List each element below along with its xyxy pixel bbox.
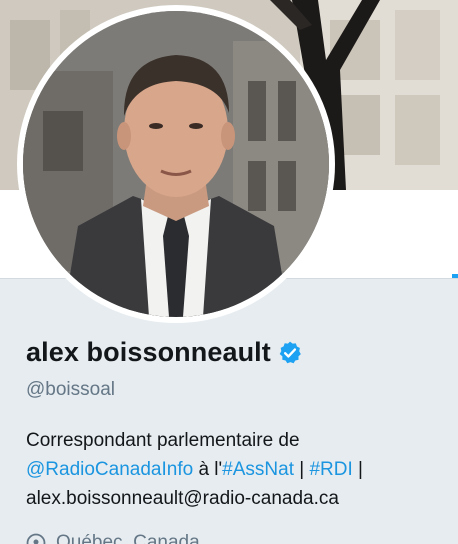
profile-name-row: alex boissonneault	[26, 337, 303, 368]
bio-text: à l'	[193, 459, 223, 480]
location-pin-icon	[26, 533, 46, 544]
bio-separator: |	[293, 459, 310, 480]
avatar[interactable]	[17, 5, 335, 323]
profile-location: Québec, Canada	[26, 532, 200, 544]
bio-hashtag-link[interactable]: #AssNat	[222, 459, 294, 480]
verified-badge-icon[interactable]	[277, 340, 303, 366]
profile-handle[interactable]: @boissoal	[26, 379, 115, 401]
bio-email: alex.boissonneault@radio-canada.ca	[26, 488, 339, 509]
profile-bio: Correspondant parlementaire de @RadioCan…	[26, 426, 436, 513]
bio-separator: |	[352, 459, 363, 480]
bio-text: Correspondant parlementaire de	[26, 430, 300, 451]
profile-display-name[interactable]: alex boissonneault	[26, 337, 271, 368]
avatar-image	[23, 11, 329, 317]
bio-mention-link[interactable]: @RadioCanadaInfo	[26, 459, 193, 480]
profile-location-text: Québec, Canada	[56, 532, 200, 544]
bio-hashtag-link[interactable]: #RDI	[309, 459, 352, 480]
